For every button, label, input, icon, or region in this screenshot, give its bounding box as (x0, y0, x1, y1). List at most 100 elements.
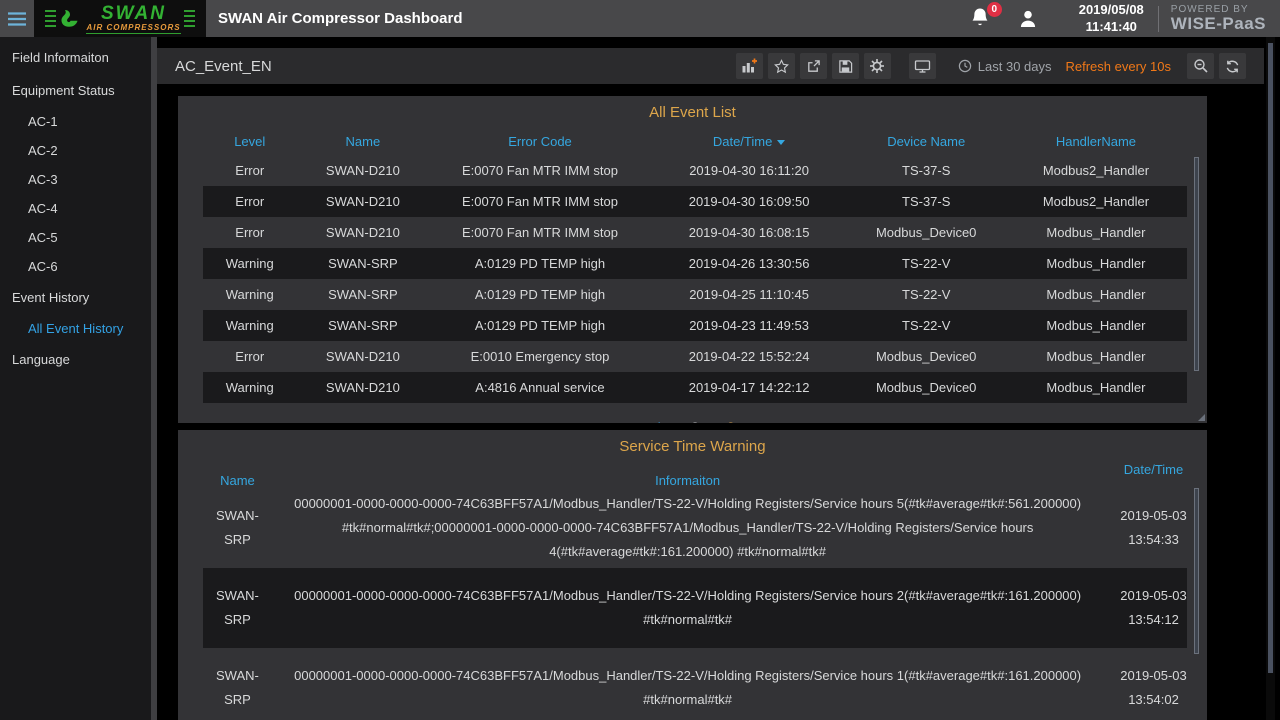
page-scrollbar[interactable] (1266, 37, 1275, 720)
event-cell-device-name: Modbus_Device0 (847, 349, 1004, 364)
service-table-body: SWAN-SRP00000001-0000-0000-0000-74C63BFF… (203, 488, 1187, 720)
sidebar-item-language[interactable]: Language (0, 343, 151, 376)
event-cell-handlername: Modbus_Handler (1005, 256, 1187, 271)
event-table-row: WarningSWAN-SRPA:0129 PD TEMP high2019-0… (203, 279, 1187, 310)
event-cell-level: Error (203, 194, 296, 209)
sidebar-item-ac-6[interactable]: AC-6 (0, 252, 151, 281)
hamburger-menu-icon[interactable] (0, 0, 34, 37)
event-table-row: WarningSWAN-D210A:4816 Annual service201… (203, 372, 1187, 403)
sort-caret-icon (777, 140, 785, 145)
save-button[interactable] (832, 53, 859, 79)
sidebar-scrollbar[interactable] (151, 37, 157, 720)
tv-mode-button[interactable] (909, 53, 936, 79)
wise-paas-logo-text: WISE-PaaS (1171, 15, 1266, 32)
event-cell-device-name: TS-37-S (847, 163, 1004, 178)
settings-gear-icon (869, 58, 885, 74)
time-range-picker[interactable]: Last 30 days (958, 59, 1052, 74)
service-column-header-date-time[interactable]: Date/Time (1120, 462, 1187, 477)
service-table-row: SWAN-SRP00000001-0000-0000-0000-74C63BFF… (203, 488, 1187, 568)
top-navbar: SWAN AIR COMPRESSORS SWAN Air Compressor… (0, 0, 1280, 37)
refresh-button[interactable] (1219, 53, 1246, 79)
event-cell-error-code: E:0070 Fan MTR IMM stop (429, 163, 650, 178)
event-table-row: ErrorSWAN-D210E:0070 Fan MTR IMM stop201… (203, 217, 1187, 248)
event-table-header: LevelNameError CodeDate/TimeDevice NameH… (203, 128, 1187, 155)
service-cell-information: 00000001-0000-0000-0000-74C63BFF57A1/Mod… (272, 584, 1103, 632)
sidebar-item-equipment-status[interactable]: Equipment Status (0, 74, 151, 107)
dashboard-root: SWAN AIR COMPRESSORS SWAN Air Compressor… (0, 0, 1280, 720)
service-cell-name: SWAN-SRP (203, 584, 272, 632)
sidebar-item-field-informaiton[interactable]: Field Informaiton (0, 41, 151, 74)
event-cell-device-name: TS-22-V (847, 256, 1004, 271)
service-panel-scrollbar[interactable] (1194, 488, 1199, 654)
sidebar-item-ac-1[interactable]: AC-1 (0, 107, 151, 136)
column-header-handlername[interactable]: HandlerName (1005, 134, 1187, 149)
page-scrollbar-thumb[interactable] (1268, 43, 1273, 673)
column-header-device-name[interactable]: Device Name (847, 134, 1004, 149)
service-cell-information: 00000001-0000-0000-0000-74C63BFF57A1/Mod… (272, 664, 1103, 712)
event-cell-name: SWAN-D210 (296, 349, 429, 364)
event-cell-error-code: E:0070 Fan MTR IMM stop (429, 194, 650, 209)
service-cell-datetime: 2019-05-03 13:54:02 (1120, 664, 1187, 712)
refresh-interval-label[interactable]: Refresh every 10s (1066, 59, 1172, 74)
service-table-header: NameInformaiton Date/Time (203, 462, 1187, 488)
logo-stripes-left (45, 10, 56, 28)
panel-resize-handle[interactable] (1198, 414, 1205, 421)
event-cell-error-code: E:0010 Emergency stop (429, 349, 650, 364)
column-header-name[interactable]: Name (296, 134, 429, 149)
service-column-header-informaiton[interactable]: Informaiton (272, 473, 1103, 488)
add-panel-button[interactable] (736, 53, 763, 79)
event-cell-device-name: Modbus_Device0 (847, 225, 1004, 240)
event-panel-scrollbar[interactable] (1194, 157, 1199, 371)
event-cell-name: SWAN-SRP (296, 287, 429, 302)
star-button[interactable] (768, 53, 795, 79)
event-cell-date-time: 2019-04-23 11:49:53 (651, 318, 848, 333)
time-text: 11:41:40 (1079, 19, 1144, 36)
event-cell-name: SWAN-SRP (296, 256, 429, 271)
column-header-date-time[interactable]: Date/Time (651, 134, 848, 149)
share-button[interactable] (800, 53, 827, 79)
sidebar-item-ac-3[interactable]: AC-3 (0, 165, 151, 194)
sidebar-item-all-event-history[interactable]: All Event History (0, 314, 151, 343)
datetime-display: 2019/05/08 11:41:40 (1079, 2, 1144, 36)
zoom-out-icon (1193, 58, 1209, 74)
service-cell-name: SWAN-SRP (203, 504, 272, 552)
tv-mode-icon (914, 58, 931, 74)
event-cell-date-time: 2019-04-30 16:08:15 (651, 225, 848, 240)
notifications-button[interactable]: 0 (969, 6, 995, 32)
event-cell-name: SWAN-D210 (296, 225, 429, 240)
event-cell-level: Error (203, 163, 296, 178)
page-button-3[interactable]: 3 (727, 419, 735, 423)
event-cell-date-time: 2019-04-30 16:11:20 (651, 163, 848, 178)
event-cell-name: SWAN-D210 (296, 380, 429, 395)
event-cell-error-code: A:0129 PD TEMP high (429, 256, 650, 271)
clock-icon (958, 59, 972, 73)
dashboard-name[interactable]: AC_Event_EN (175, 58, 272, 75)
zoom-out-button[interactable] (1187, 53, 1214, 79)
service-column-header-name[interactable]: Name (203, 473, 272, 488)
settings-button[interactable] (864, 53, 891, 79)
sidebar: Field InformaitonEquipment StatusAC-1AC-… (0, 37, 151, 720)
page-button-1[interactable]: 1 (655, 419, 663, 423)
event-cell-handlername: Modbus_Handler (1005, 380, 1187, 395)
column-header-level[interactable]: Level (203, 134, 296, 149)
swan-logo[interactable]: SWAN AIR COMPRESSORS (34, 0, 206, 37)
event-cell-error-code: A:0129 PD TEMP high (429, 318, 650, 333)
sidebar-item-ac-5[interactable]: AC-5 (0, 223, 151, 252)
sidebar-item-event-history[interactable]: Event History (0, 281, 151, 314)
sidebar-item-ac-4[interactable]: AC-4 (0, 194, 151, 223)
event-table-row: ErrorSWAN-D210E:0070 Fan MTR IMM stop201… (203, 186, 1187, 217)
event-table-row: WarningSWAN-SRPA:0129 PD TEMP high2019-0… (203, 248, 1187, 279)
sidebar-item-ac-2[interactable]: AC-2 (0, 136, 151, 165)
event-cell-device-name: TS-37-S (847, 194, 1004, 209)
user-profile-button[interactable] (1017, 8, 1039, 30)
share-icon (806, 59, 821, 74)
service-table-row: SWAN-SRP00000001-0000-0000-0000-74C63BFF… (203, 648, 1187, 720)
event-table-row: ErrorSWAN-D210E:0010 Emergency stop2019-… (203, 341, 1187, 372)
event-cell-error-code: A:0129 PD TEMP high (429, 287, 650, 302)
event-cell-level: Warning (203, 287, 296, 302)
sidebar-menu: Field InformaitonEquipment StatusAC-1AC-… (0, 41, 151, 376)
page-button-2[interactable]: 2 (691, 419, 699, 423)
event-cell-level: Warning (203, 380, 296, 395)
column-header-error-code[interactable]: Error Code (429, 134, 650, 149)
event-cell-error-code: A:4816 Annual service (429, 380, 650, 395)
